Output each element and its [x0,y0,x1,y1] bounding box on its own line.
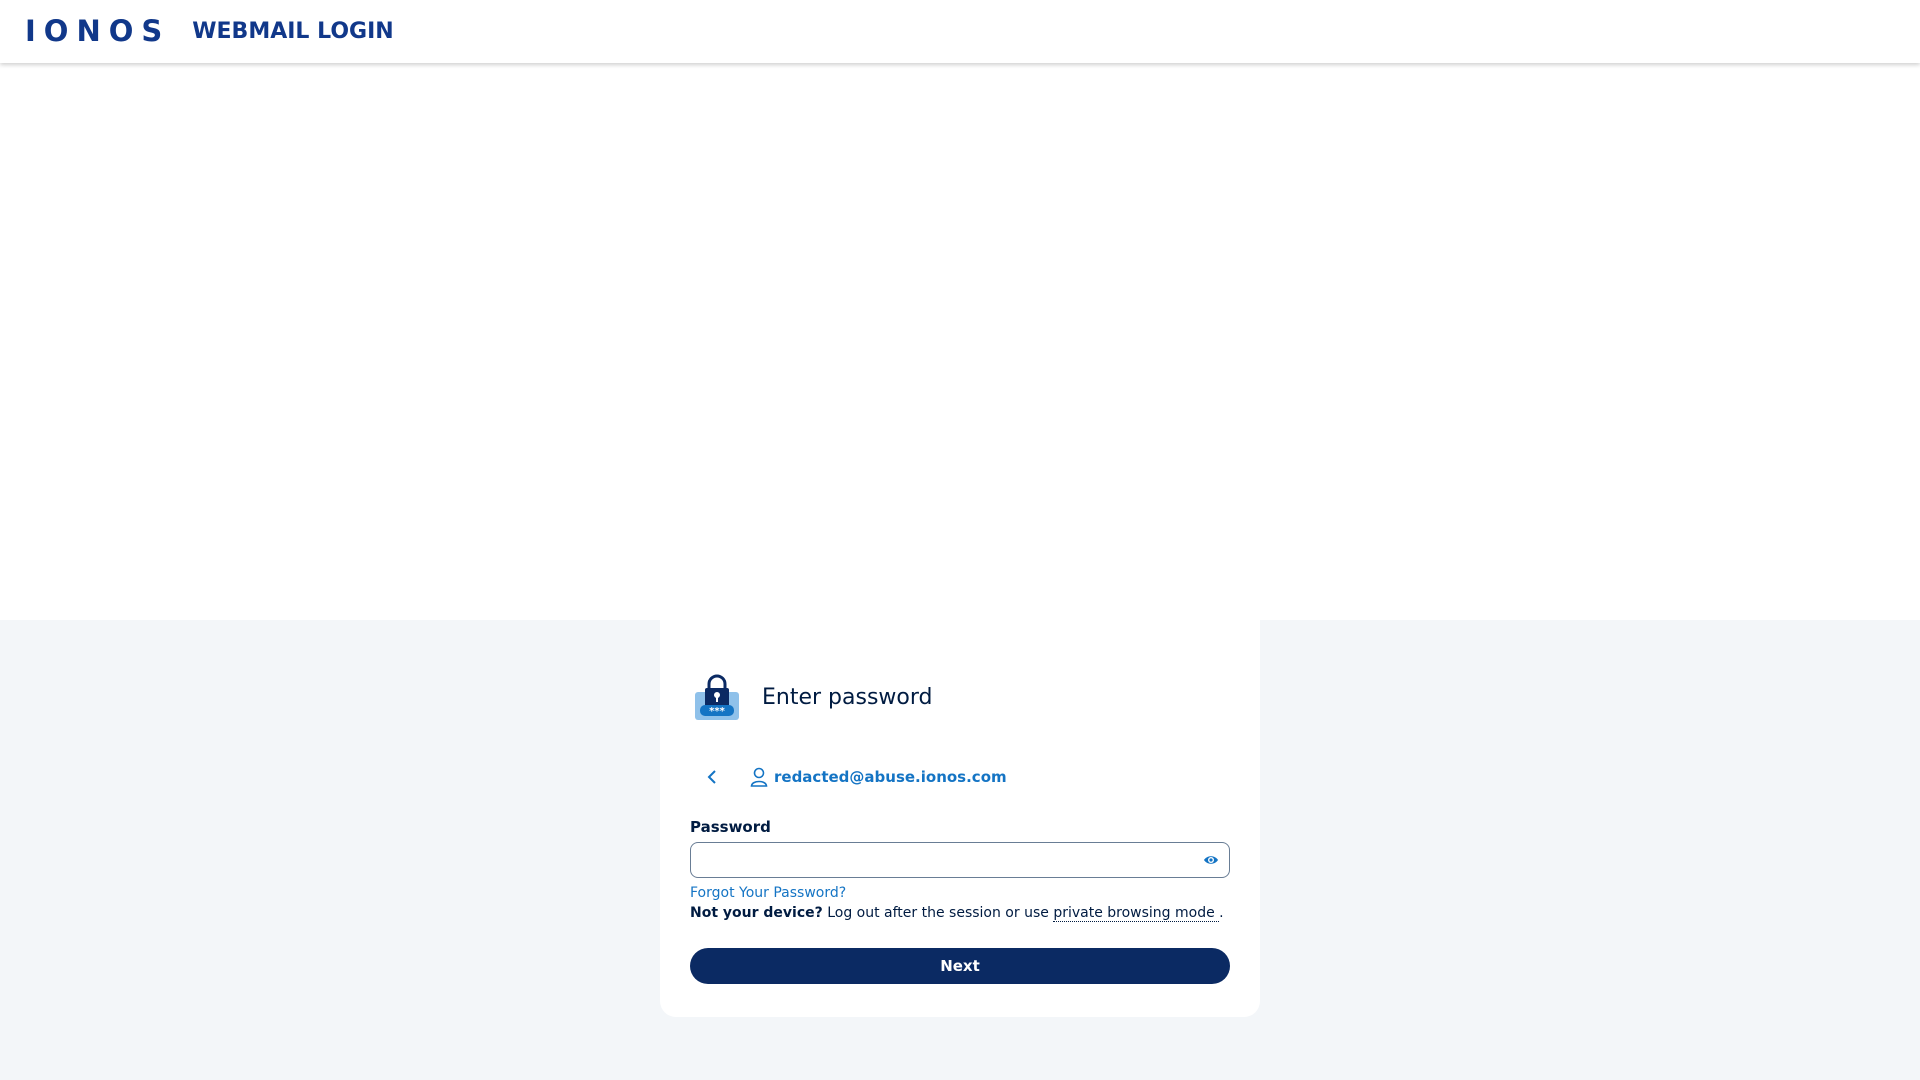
password-input[interactable] [691,843,1181,877]
user-email: redacted@abuse.ionos.com [774,768,1007,786]
top-header: IONOS WEBMAIL LOGIN [0,0,1920,63]
password-field[interactable] [690,842,1230,878]
next-button[interactable]: Next [690,948,1230,984]
hero-area [0,63,1920,620]
note-text: Log out after the session or use [822,905,1054,921]
login-card: *** Enter password redacted@abuse.ionos.… [660,620,1260,1017]
eye-icon[interactable] [1203,853,1219,867]
password-label: Password [690,818,771,836]
private-browsing-link[interactable]: private browsing mode [1053,905,1220,922]
user-icon [750,767,768,787]
header-title: WEBMAIL LOGIN [192,19,394,44]
ionos-logo[interactable]: IONOS [25,17,170,46]
chevron-left-icon[interactable] [700,765,724,789]
password-lock-icon: *** [695,674,739,720]
page-title: Enter password [762,684,933,710]
svg-text:***: *** [709,706,725,717]
device-note: Not your device? Log out after the sessi… [690,905,1224,922]
user-row: redacted@abuse.ionos.com [700,760,1007,794]
note-bold: Not your device? [690,905,823,921]
card-header: *** Enter password [692,672,933,722]
forgot-password-link[interactable]: Forgot Your Password? [690,885,846,901]
note-end: . [1219,905,1224,921]
